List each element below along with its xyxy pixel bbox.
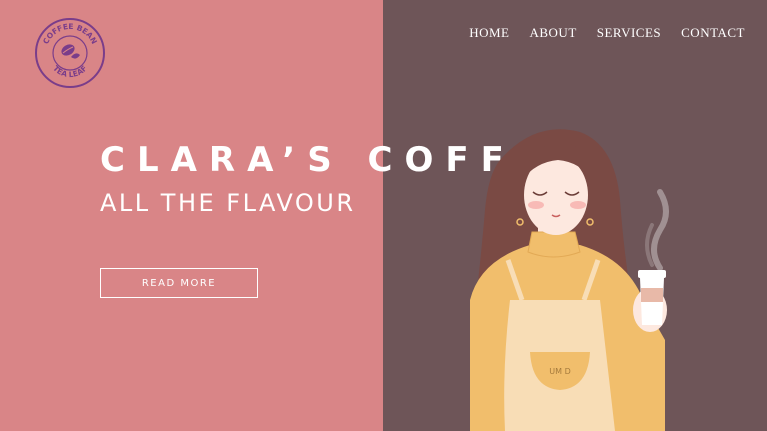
nav-about-link[interactable]: ABOUT: [529, 25, 576, 41]
read-more-button[interactable]: READ MORE: [100, 268, 258, 298]
logo-bottom-text: TEA LEAF: [51, 64, 89, 79]
coffee-cup-icon: [638, 270, 666, 325]
coffee-bean-leaf-icon: [61, 44, 80, 59]
hero-subtitle: ALL THE FLAVOUR: [100, 189, 356, 217]
barista-illustration: UM D: [470, 129, 667, 431]
apron-text: UM D: [549, 367, 570, 376]
nav-home-link[interactable]: HOME: [469, 25, 509, 41]
nav-services-link[interactable]: SERVICES: [597, 25, 661, 41]
brand-logo[interactable]: COFFEE BEAN TEA LEAF: [34, 17, 106, 89]
steam-icon: [645, 189, 669, 270]
main-nav: HOME ABOUT SERVICES CONTACT: [469, 25, 745, 41]
nav-contact-link[interactable]: CONTACT: [681, 25, 745, 41]
